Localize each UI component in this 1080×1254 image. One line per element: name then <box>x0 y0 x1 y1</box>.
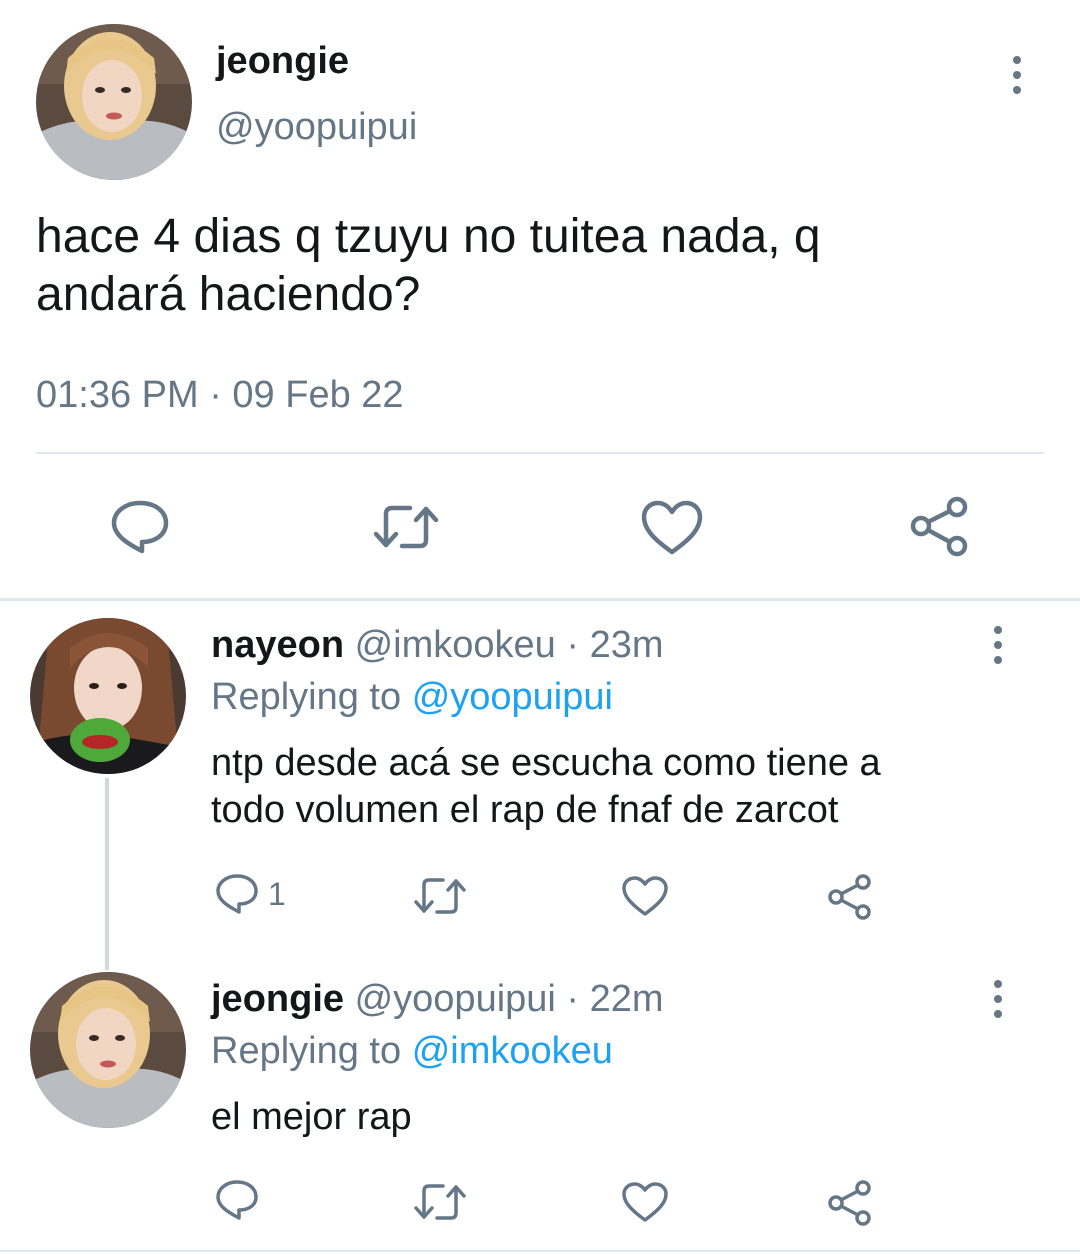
tweet-text-line: hace 4 dias q tzuyu no tuitea nada, q <box>36 210 821 263</box>
reply-text: el mejor rap <box>211 1094 412 1141</box>
replying-to-handle[interactable]: @imkookeu <box>412 1030 613 1072</box>
retweet-icon[interactable] <box>410 874 470 918</box>
reply-display-name[interactable]: jeongie <box>211 978 344 1020</box>
more-options-icon[interactable] <box>997 45 1037 105</box>
share-icon[interactable] <box>826 1180 874 1226</box>
reply-time[interactable]: · 23m <box>566 624 663 666</box>
replying-to-line: Replying to @imkookeu <box>211 1030 613 1073</box>
like-icon[interactable] <box>621 1181 669 1223</box>
reply-header: nayeon @imkookeu · 23m <box>211 624 664 667</box>
replying-to-handle[interactable]: @yoopuipui <box>412 676 613 718</box>
like-icon[interactable] <box>621 875 669 917</box>
section-divider <box>0 598 1080 601</box>
like-icon[interactable] <box>640 500 704 556</box>
reply-display-name[interactable]: nayeon <box>211 624 344 666</box>
replying-to-label: Replying to <box>211 1030 402 1072</box>
reply-icon[interactable] <box>214 1178 260 1222</box>
avatar-jeongie[interactable] <box>36 24 192 180</box>
retweet-icon[interactable] <box>410 1180 470 1224</box>
divider <box>36 452 1044 454</box>
reply-thread-line <box>105 778 109 970</box>
share-icon[interactable] <box>908 496 972 558</box>
tweet-text-line: andará haciendo? <box>36 268 421 321</box>
author-handle[interactable]: @yoopuipui <box>216 106 417 149</box>
reply-handle[interactable]: @yoopuipui <box>355 978 556 1020</box>
avatar-nayeon[interactable] <box>30 618 186 774</box>
tweet-timestamp[interactable]: 01:36 PM · 09 Feb 22 <box>36 374 404 417</box>
share-icon[interactable] <box>826 874 874 920</box>
reply-icon[interactable] <box>108 498 172 558</box>
reply-header: jeongie @yoopuipui · 22m <box>211 978 664 1021</box>
reply-time[interactable]: · 22m <box>566 978 663 1020</box>
author-display-name[interactable]: jeongie <box>216 40 349 83</box>
reply-count: 1 <box>268 875 286 912</box>
reply-text-line: el mejor rap <box>211 1096 412 1138</box>
avatar-jeongie[interactable] <box>30 972 186 1128</box>
replying-to-label: Replying to <box>211 676 402 718</box>
reply-icon[interactable]: 1 <box>214 872 286 916</box>
bottom-divider <box>0 1250 1080 1252</box>
more-options-icon[interactable] <box>978 969 1018 1029</box>
tweet-text: hace 4 dias q tzuyu no tuitea nada, q an… <box>36 208 821 324</box>
replying-to-line: Replying to @yoopuipui <box>211 676 613 719</box>
reply-text: ntp desde acá se escucha como tiene a to… <box>211 740 881 834</box>
more-options-icon[interactable] <box>978 615 1018 675</box>
reply-text-line: todo volumen el rap de fnaf de zarcot <box>211 789 839 831</box>
retweet-icon[interactable] <box>370 500 442 554</box>
reply-handle[interactable]: @imkookeu <box>355 624 556 666</box>
reply-text-line: ntp desde acá se escucha como tiene a <box>211 742 881 784</box>
